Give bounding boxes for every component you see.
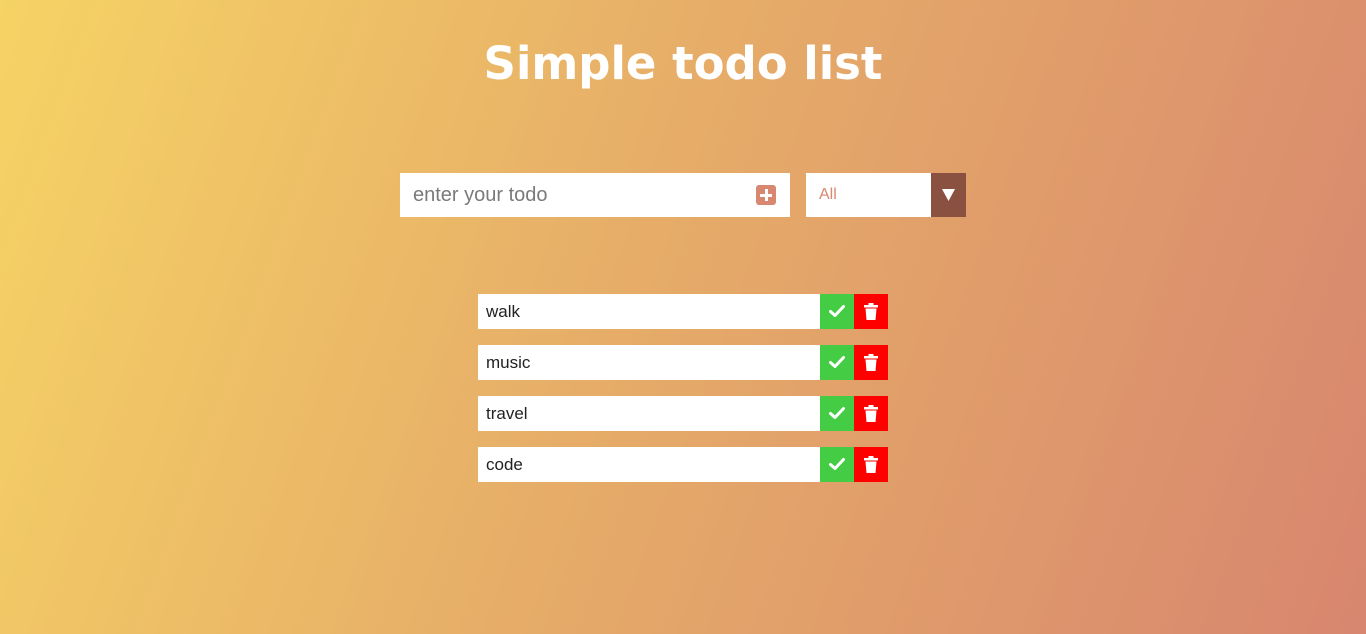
complete-button[interactable] [820,294,854,329]
todo-text: walk [486,302,521,321]
trash-icon [864,456,878,473]
delete-button[interactable] [854,396,888,431]
todo-text: travel [486,404,528,423]
todo-item: walk [478,294,888,329]
check-icon [829,407,845,419]
todo-item: music [478,345,888,380]
todo-text: code [486,455,523,474]
delete-button[interactable] [854,447,888,482]
todo-text: music [486,353,531,372]
todo-item: travel [478,396,888,431]
complete-button[interactable] [820,396,854,431]
todo-input[interactable] [400,173,740,217]
add-todo-button[interactable] [756,185,776,205]
trash-icon [864,303,878,320]
todo-item: code [478,447,888,482]
complete-button[interactable] [820,345,854,380]
page-title: Simple todo list [483,37,883,90]
caret-down-icon [942,189,955,201]
trash-icon [864,405,878,422]
filter-select[interactable]: All [806,173,966,217]
todo-form [400,173,790,217]
delete-button[interactable] [854,294,888,329]
check-icon [829,356,845,368]
complete-button[interactable] [820,447,854,482]
check-icon [829,458,845,470]
filter-dropdown-button[interactable] [931,173,966,217]
trash-icon [864,354,878,371]
todo-list: walk music travel code [478,294,888,498]
delete-button[interactable] [854,345,888,380]
filter-selected-value: All [819,186,837,203]
check-icon [829,305,845,317]
